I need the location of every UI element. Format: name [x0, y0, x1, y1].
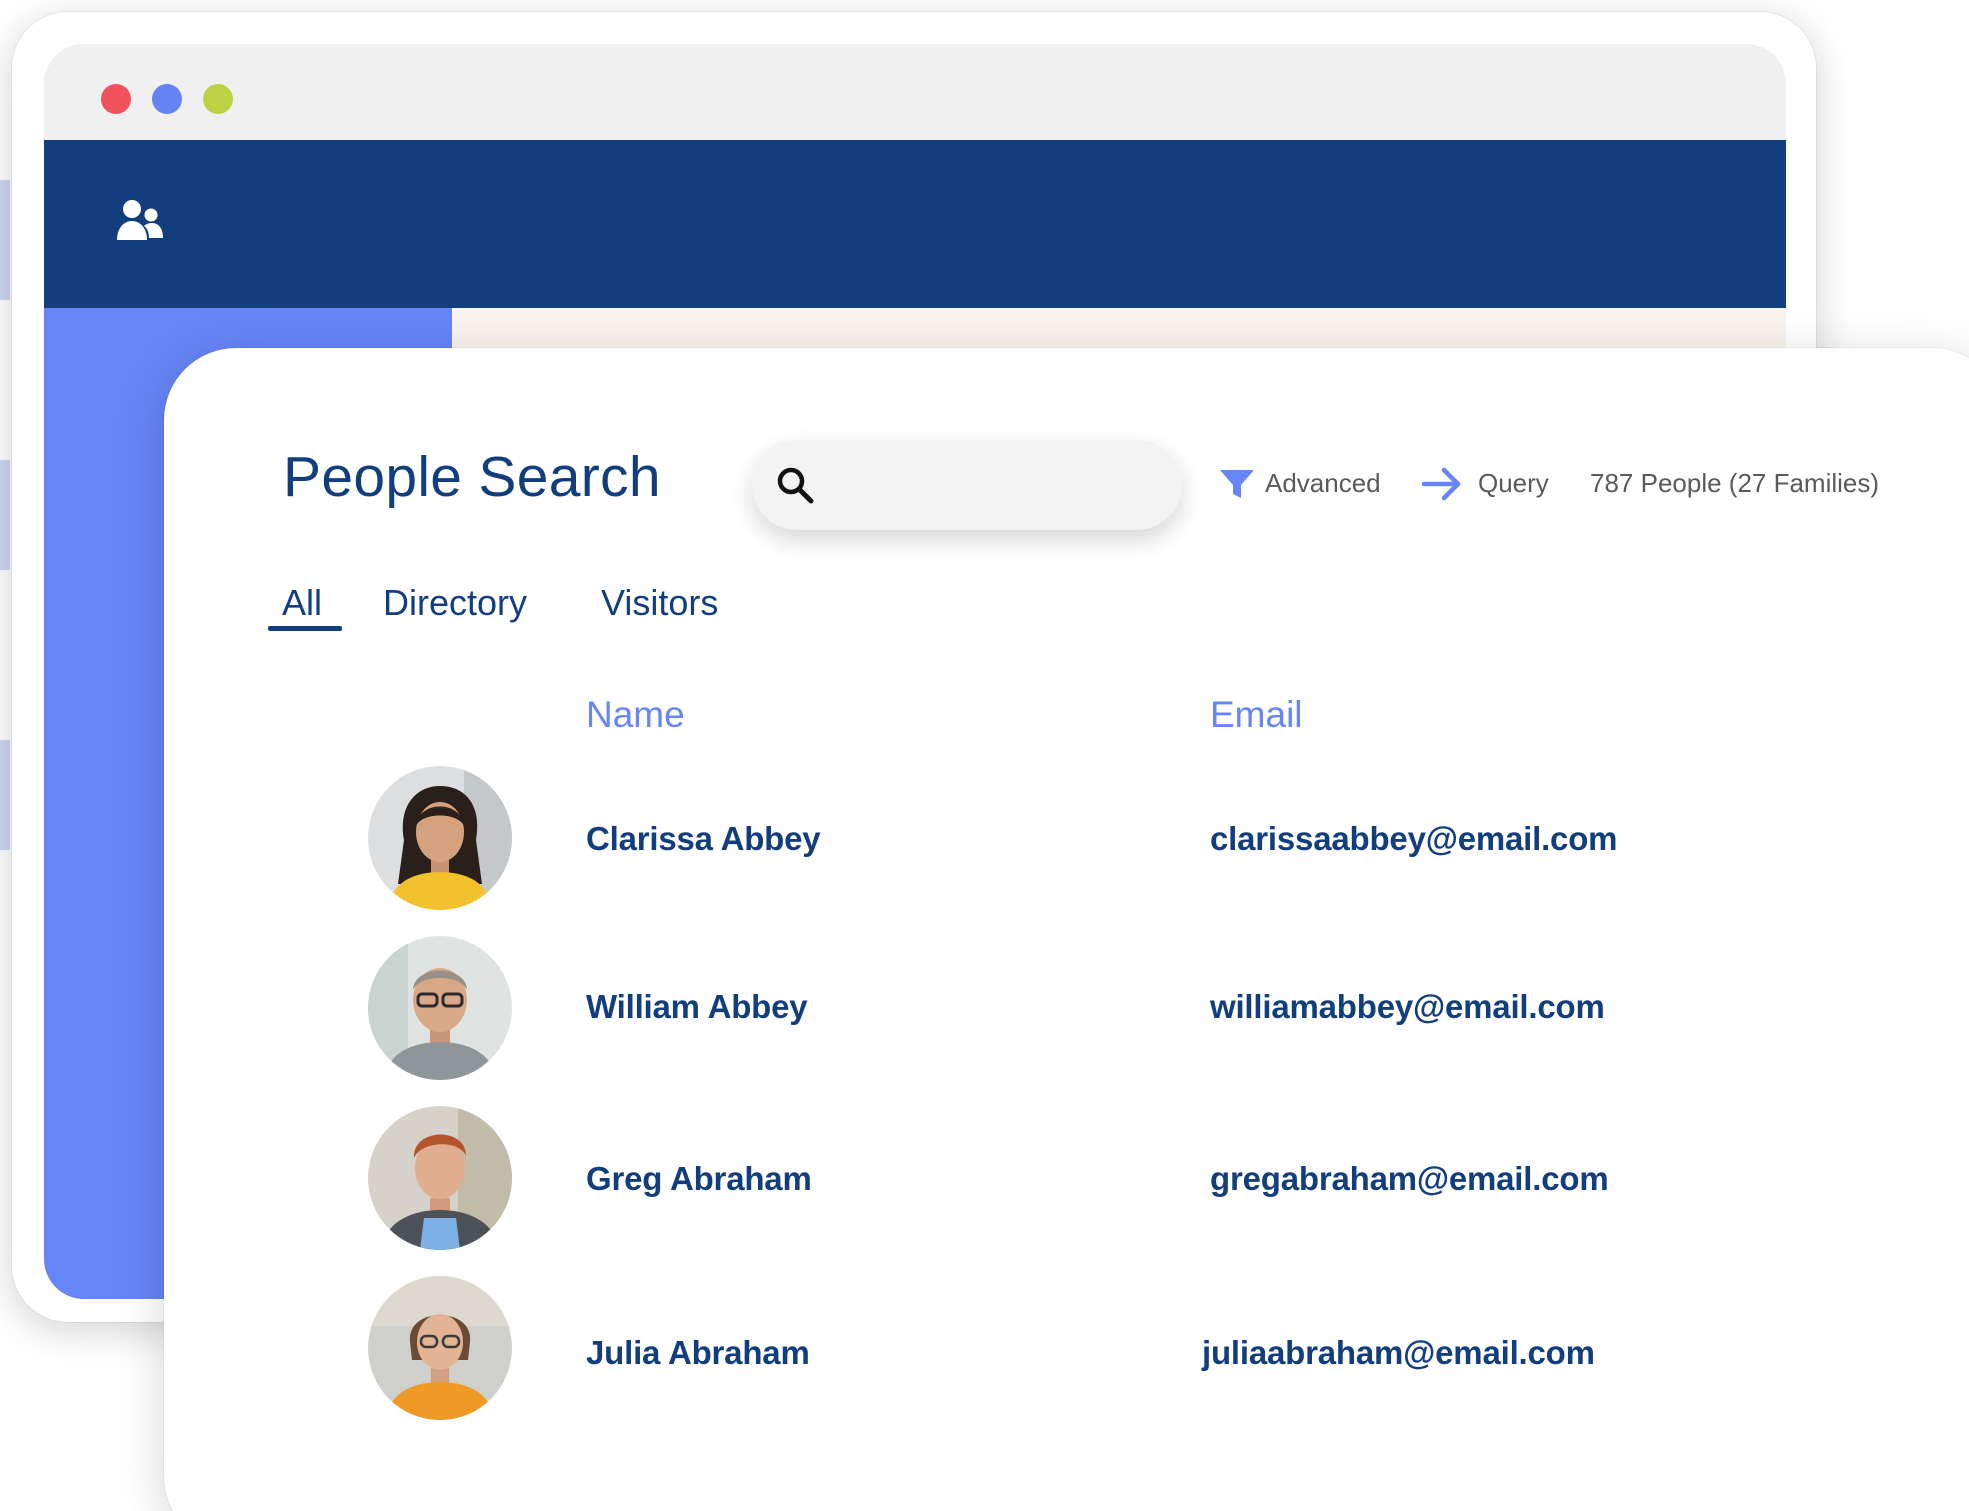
person-name[interactable]: Julia Abraham: [586, 1334, 810, 1372]
top-navbar: [44, 140, 1786, 308]
filter-icon[interactable]: [1218, 466, 1256, 502]
edge-strip: [0, 460, 10, 570]
person-email[interactable]: juliaabraham@email.com: [1202, 1334, 1595, 1372]
person-name[interactable]: William Abbey: [586, 988, 808, 1026]
advanced-search-link[interactable]: Advanced: [1265, 468, 1381, 499]
person-name[interactable]: Greg Abraham: [586, 1160, 812, 1198]
column-header-email[interactable]: Email: [1210, 694, 1303, 736]
people-count: 787 People (27 Families): [1590, 468, 1880, 498]
people-search-card: People Search Advanced Query 787 People …: [164, 348, 1969, 1511]
person-name[interactable]: Clarissa Abbey: [586, 820, 821, 858]
minimize-dot-icon[interactable]: [152, 84, 182, 114]
avatar[interactable]: [368, 1106, 512, 1250]
person-email[interactable]: williamabbey@email.com: [1210, 988, 1605, 1026]
stage: People Search Advanced Query 787 People …: [0, 0, 1969, 1511]
edge-strip: [0, 740, 10, 850]
close-dot-icon[interactable]: [101, 84, 131, 114]
page-title: People Search: [283, 445, 661, 509]
active-tab-indicator: [268, 626, 342, 631]
avatar[interactable]: [368, 766, 512, 910]
person-email[interactable]: clarissaabbey@email.com: [1210, 820, 1618, 858]
avatar[interactable]: [368, 1276, 512, 1420]
window-titlebar: [44, 44, 1786, 140]
tab-visitors[interactable]: Visitors: [601, 582, 718, 624]
people-icon[interactable]: [114, 196, 166, 248]
person-email[interactable]: gregabraham@email.com: [1210, 1160, 1609, 1198]
arrow-right-icon[interactable]: [1420, 464, 1464, 504]
tab-all[interactable]: All: [282, 582, 322, 624]
search-icon: [777, 467, 814, 504]
search-input[interactable]: [752, 440, 1182, 530]
tab-directory[interactable]: Directory: [383, 582, 527, 624]
query-link[interactable]: Query: [1478, 468, 1549, 499]
edge-strip: [0, 180, 10, 300]
maximize-dot-icon[interactable]: [203, 84, 233, 114]
column-header-name[interactable]: Name: [586, 694, 685, 736]
avatar[interactable]: [368, 936, 512, 1080]
